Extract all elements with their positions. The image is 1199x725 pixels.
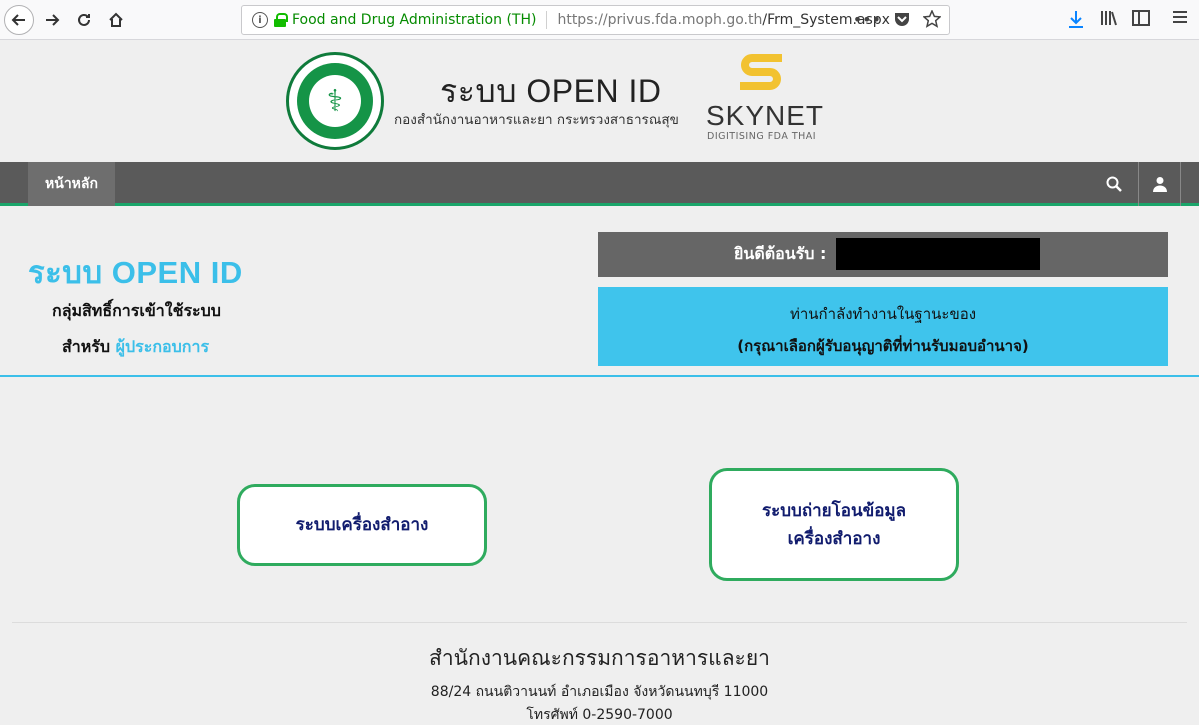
cosmetic-system-label: ระบบเครื่องสำอาง	[295, 515, 429, 535]
reload-button[interactable]	[70, 6, 98, 34]
skynet-name: SKYNET	[706, 100, 825, 131]
cosmetic-data-transfer-button[interactable]: ระบบถ่ายโอนข้อมูล เครื่องสำอาง	[709, 468, 959, 581]
welcome-box: ยินดีต้อนรับ :	[598, 232, 1168, 277]
sidebar-icon[interactable]	[1132, 9, 1150, 27]
info-icon[interactable]: i	[252, 12, 268, 28]
arrow-left-icon	[11, 14, 25, 26]
caduceus-icon: ⚕	[309, 75, 361, 127]
lock-icon[interactable]	[274, 13, 288, 27]
forward-button[interactable]	[38, 6, 66, 34]
user-icon	[1152, 177, 1167, 192]
search-icon	[1106, 176, 1122, 192]
url-separator	[546, 11, 548, 29]
nav-home-link[interactable]: หน้าหลัก	[28, 162, 115, 206]
for-label: สำหรับ	[62, 337, 111, 356]
url-actions: •••	[853, 10, 941, 29]
pocket-icon[interactable]	[893, 10, 911, 28]
main-navbar: หน้าหลัก	[0, 162, 1199, 206]
download-icon[interactable]	[1067, 9, 1085, 29]
transfer-label-line2: เครื่องสำอาง	[787, 528, 881, 549]
url-bar[interactable]: i Food and Drug Administration (TH) http…	[241, 5, 950, 35]
ministry-seal-logo: ⚕	[286, 52, 384, 150]
bookmark-star-icon[interactable]	[923, 10, 941, 28]
browser-toolbar: i Food and Drug Administration (TH) http…	[0, 0, 1199, 40]
site-identity: Food and Drug Administration (TH)	[292, 12, 537, 28]
info-panel: ระบบ OPEN ID กลุ่มสิทธิ์การเข้าใช้ระบบ ส…	[0, 209, 1199, 377]
welcome-label: ยินดีต้อนรับ :	[734, 244, 827, 263]
permission-group-label: กลุ่มสิทธิ์การเข้าใช้ระบบ	[52, 301, 221, 320]
nav-user-button[interactable]	[1138, 162, 1181, 206]
acting-as-box[interactable]: ท่านกำลังทำงานในฐานะของ (กรุณาเลือกผู้รั…	[598, 287, 1168, 366]
role-label: ผู้ประกอบการ	[115, 337, 210, 356]
for-role-line: สำหรับ ผู้ประกอบการ	[62, 335, 209, 360]
skynet-tagline: DIGITISING FDA THAI	[707, 131, 817, 142]
library-icon[interactable]	[1100, 9, 1118, 27]
transfer-label-line1: ระบบถ่ายโอนข้อมูล	[761, 500, 907, 521]
footer-phone: โทรศัพท์ 0-2590-7000	[526, 707, 673, 723]
redacted-username	[836, 238, 1040, 270]
reload-icon	[78, 13, 90, 26]
select-licensee-prompt: (กรุณาเลือกผู้รับอนุญาติที่ท่านรับมอบอำน…	[737, 337, 1029, 355]
system-title: ระบบ OPEN ID	[28, 255, 243, 290]
url-text: https://privus.fda.moph.go.th/Frm_System…	[557, 12, 890, 28]
acting-as-line: ท่านกำลังทำงานในฐานะของ	[789, 305, 977, 323]
header-subtitle: กองสำนักงานอาหารและยา กระทรวงสาธารณสุข	[394, 112, 679, 128]
skynet-logo-icon	[740, 54, 782, 90]
page-actions-icon[interactable]: •••	[853, 10, 881, 29]
cosmetic-system-button[interactable]: ระบบเครื่องสำอาง	[237, 484, 487, 566]
arrow-right-icon	[46, 14, 60, 26]
home-icon	[109, 12, 123, 27]
footer-address: 88/24 ถนนติวานนท์ อำเภอเมือง จังหวัดนนทบ…	[430, 684, 769, 700]
back-button[interactable]	[4, 5, 34, 35]
nav-search-button[interactable]	[1100, 162, 1128, 206]
transfer-label: ระบบถ่ายโอนข้อมูล เครื่องสำอาง	[762, 497, 906, 553]
home-button[interactable]	[102, 6, 130, 34]
menu-icon[interactable]	[1172, 9, 1188, 25]
url-host: https://privus.fda.moph.go.th	[557, 12, 763, 28]
footer-divider	[12, 622, 1187, 623]
footer-org-name: สำนักงานคณะกรรมการอาหารและยา	[429, 646, 770, 670]
